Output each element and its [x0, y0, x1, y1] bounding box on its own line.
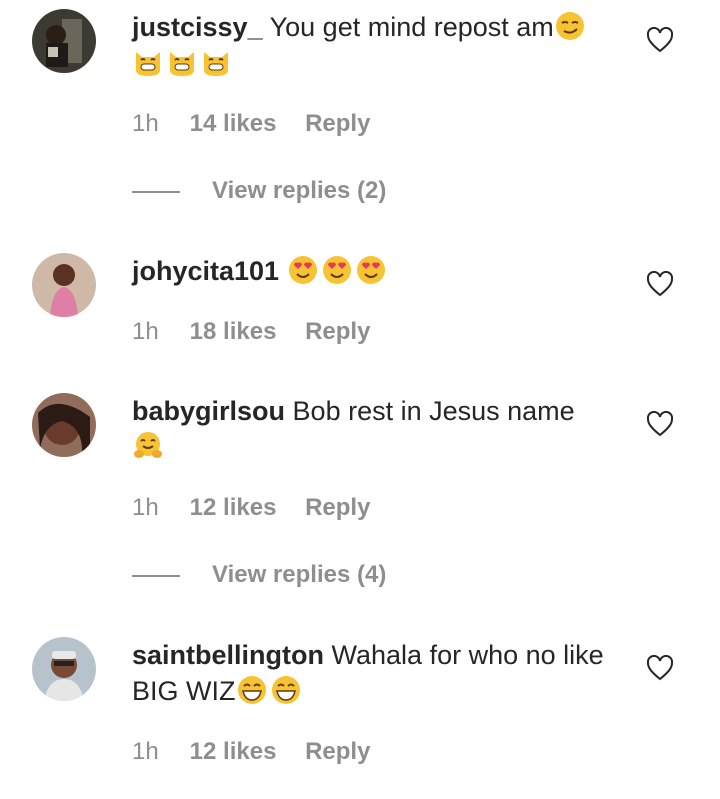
like-heart-icon[interactable]	[646, 271, 674, 297]
reply-button[interactable]: Reply	[305, 110, 370, 137]
likes-count[interactable]: 12 likes	[190, 738, 277, 766]
timestamp: 1h	[132, 494, 159, 521]
avatar[interactable]	[32, 637, 96, 701]
avatar[interactable]	[32, 253, 96, 317]
likes-count[interactable]: 12 likes	[190, 494, 277, 522]
username[interactable]: saintbellington	[132, 640, 324, 670]
grinning-cat-icon	[132, 46, 164, 78]
view-replies-button[interactable]: View replies (2)	[132, 177, 386, 205]
reply-button[interactable]: Reply	[305, 318, 370, 345]
timestamp: 1h	[132, 738, 159, 765]
grinning-cat-icon	[166, 46, 198, 78]
timestamp: 1h	[132, 110, 159, 137]
reply-button[interactable]: Reply	[305, 738, 370, 765]
likes-count[interactable]: 14 likes	[190, 110, 277, 138]
comment-meta: 1h 12 likes Reply	[132, 494, 370, 522]
avatar[interactable]	[32, 9, 96, 73]
username[interactable]: justcissy_	[132, 12, 263, 42]
comment-meta: 1h 14 likes Reply	[132, 110, 370, 138]
comment-body: Bob rest in Jesus name	[292, 396, 575, 426]
like-heart-icon[interactable]	[646, 411, 674, 437]
avatar[interactable]	[32, 393, 96, 457]
grinning-face-icon	[270, 674, 302, 706]
like-heart-icon[interactable]	[646, 27, 674, 53]
view-replies-label: View replies (4)	[212, 561, 387, 588]
divider	[132, 190, 180, 193]
comment-meta: 1h 18 likes Reply	[132, 318, 370, 346]
heart-eyes-face-icon	[321, 254, 353, 286]
heart-eyes-face-icon	[355, 254, 387, 286]
likes-count[interactable]: 18 likes	[190, 318, 277, 346]
comment-text: saintbellington Wahala for who no like B…	[132, 637, 622, 709]
heart-eyes-face-icon	[287, 254, 319, 286]
like-heart-icon[interactable]	[646, 655, 674, 681]
grinning-face-icon	[236, 674, 268, 706]
comment-meta: 1h 12 likes Reply	[132, 738, 370, 766]
divider	[132, 574, 180, 577]
smirk-face-icon	[554, 10, 586, 42]
comment-text: justcissy_ You get mind repost am	[132, 9, 622, 81]
grinning-cat-icon	[200, 46, 232, 78]
view-replies-button[interactable]: View replies (4)	[132, 561, 386, 589]
username[interactable]: johycita101	[132, 256, 279, 286]
username[interactable]: babygirlsou	[132, 396, 285, 426]
comment-text: johycita101	[132, 253, 622, 289]
view-replies-label: View replies (2)	[212, 177, 387, 204]
comment-body: You get mind repost am	[269, 12, 554, 42]
reply-button[interactable]: Reply	[305, 494, 370, 521]
timestamp: 1h	[132, 318, 159, 345]
comment-text: babygirlsou Bob rest in Jesus name	[132, 393, 622, 465]
hugging-face-icon	[132, 430, 164, 462]
